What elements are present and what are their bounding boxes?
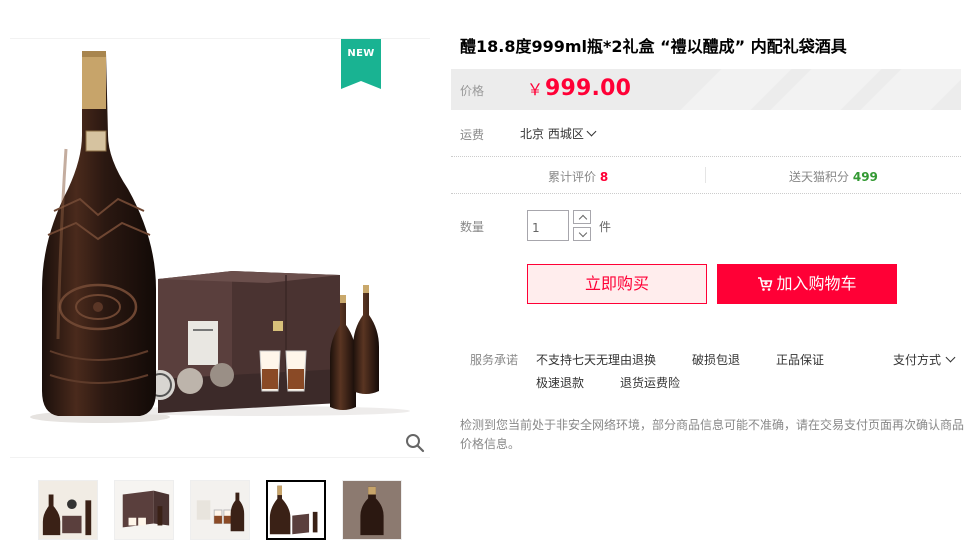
buy-now-button[interactable]: 立即购买 [527, 264, 707, 304]
quantity-increase-button[interactable] [573, 210, 591, 224]
security-notice: 检测到您当前处于非安全网络环境，部分商品信息可能不准确，请在交易支付页面再次确认… [460, 418, 965, 451]
thumbnail-image [39, 481, 97, 539]
points-value: 499 [852, 170, 878, 184]
shipping-label: 运费 [460, 128, 485, 142]
reviews-label: 累计评价 [548, 170, 597, 184]
divider [705, 167, 706, 183]
thumbnail-image [191, 481, 249, 539]
chevron-down-icon [586, 126, 597, 137]
service-item[interactable]: 退货运费险 [620, 374, 680, 391]
cart-icon [758, 277, 773, 291]
payment-methods-dropdown[interactable]: 支付方式 [893, 351, 956, 368]
shipping-region-selector[interactable]: 北京 西城区 [520, 125, 597, 142]
thumbnail-4[interactable] [266, 480, 326, 540]
product-title: 醴18.8度999ml瓶*2礼盒 “禮以醴成” 内配礼袋酒具 [460, 37, 847, 56]
main-image-viewer[interactable]: NEW [10, 38, 430, 458]
thumbnail-image [268, 482, 324, 538]
zoom-icon[interactable] [405, 433, 425, 453]
payment-methods-label: 支付方式 [893, 353, 942, 367]
add-to-cart-button[interactable]: 加入购物车 [717, 264, 897, 304]
reviews-count: 8 [599, 170, 609, 184]
quantity-input[interactable]: 1 [527, 210, 569, 241]
currency-symbol: ￥ [527, 80, 544, 99]
add-to-cart-label: 加入购物车 [776, 274, 857, 293]
thumbnail-image [115, 481, 173, 539]
quantity-label: 数量 [460, 220, 485, 234]
price-value: ￥999.00 [527, 76, 631, 101]
reviews-stat[interactable]: 累计评价 8 [548, 168, 608, 185]
price-label: 价格 [460, 84, 485, 98]
service-item[interactable]: 正品保证 [776, 351, 824, 368]
divider [451, 193, 961, 194]
new-badge: NEW [341, 39, 381, 89]
service-item[interactable]: 极速退款 [536, 374, 584, 391]
thumbnail-2[interactable] [114, 480, 174, 540]
thumbnail-3[interactable] [190, 480, 250, 540]
thumbnail-image [343, 481, 401, 539]
points-label: 送天猫积分 [789, 170, 850, 184]
points-stat: 送天猫积分 499 [789, 168, 878, 185]
quantity-unit: 件 [599, 220, 612, 234]
quantity-decrease-button[interactable] [573, 227, 591, 241]
price-amount: 999.00 [545, 76, 632, 101]
thumbnail-5[interactable] [342, 480, 402, 540]
product-stats: 累计评价 8 送天猫积分 499 [451, 157, 961, 193]
price-panel: 价格 ￥999.00 [451, 69, 961, 110]
service-item[interactable]: 不支持七天无理由退换 [536, 351, 656, 368]
services-label: 服务承诺 [470, 353, 519, 367]
service-item[interactable]: 破损包退 [692, 351, 740, 368]
shipping-region: 北京 西城区 [520, 127, 584, 141]
product-image [30, 51, 410, 423]
thumbnail-1[interactable] [38, 480, 98, 540]
chevron-down-icon [945, 352, 956, 363]
